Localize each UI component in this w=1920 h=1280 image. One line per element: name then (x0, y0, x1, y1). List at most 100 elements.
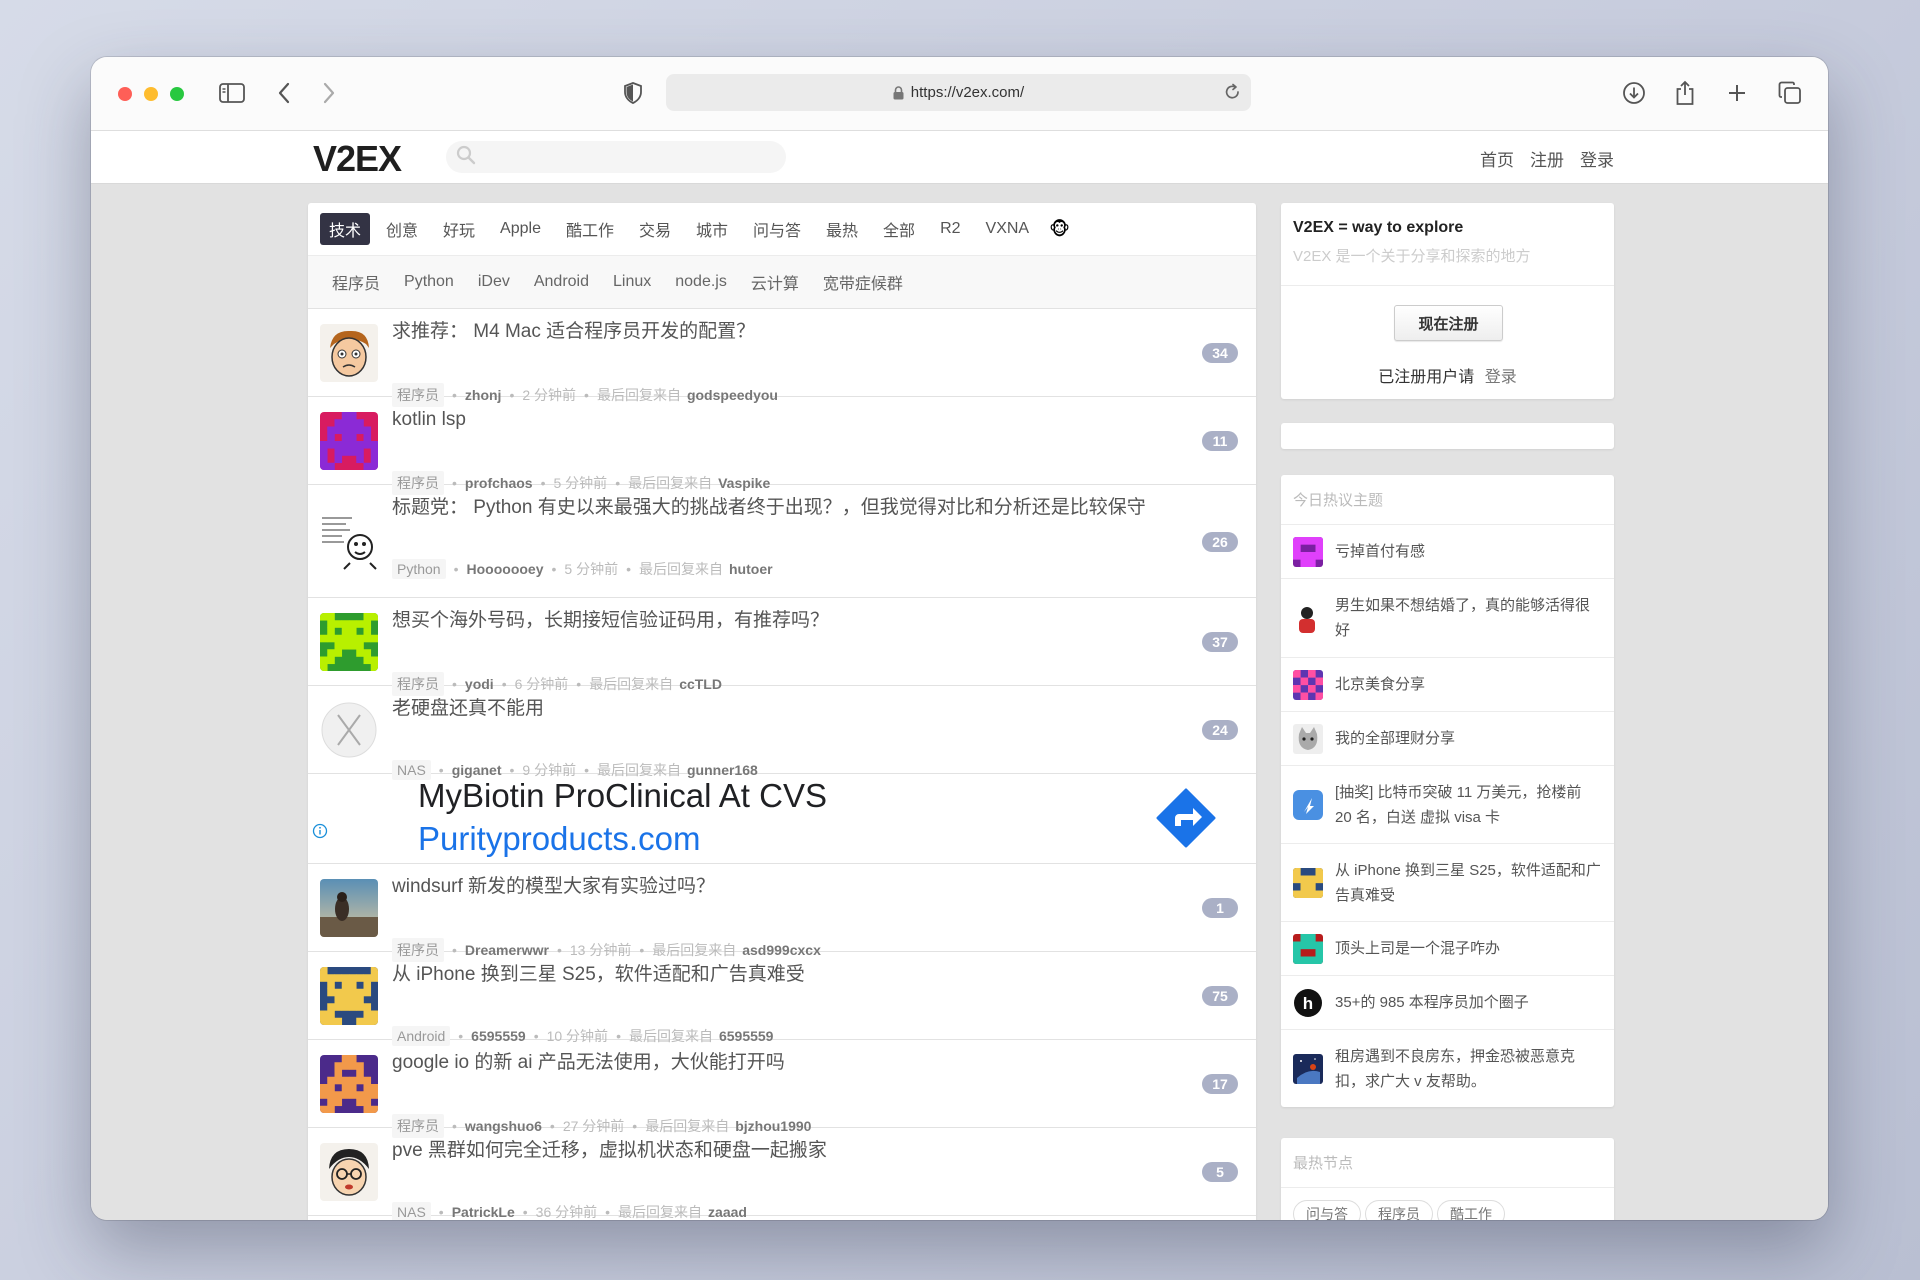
user-avatar[interactable] (320, 613, 378, 671)
topic-title[interactable]: 老硬盘还真不能用 (392, 696, 1156, 722)
tab-item[interactable]: 全部 (874, 213, 924, 245)
user-avatar[interactable] (320, 1055, 378, 1113)
minimize-window-button[interactable] (144, 87, 158, 101)
back-icon[interactable] (274, 77, 294, 109)
user-avatar[interactable] (320, 967, 378, 1025)
tab-item[interactable]: R2 (931, 216, 969, 242)
tab-item[interactable]: 技术 (320, 213, 371, 245)
user-avatar[interactable] (320, 324, 378, 382)
node-tag[interactable]: NAS (392, 1202, 431, 1220)
hot-topic-item[interactable]: 顶头上司是一个混子咋办 (1281, 921, 1614, 975)
download-icon[interactable] (1621, 77, 1647, 109)
topic-title[interactable]: pve 黑群如何完全迁移，虚拟机状态和硬盘一起搬家 (392, 1138, 1156, 1164)
tab-item[interactable]: 城市 (687, 213, 737, 245)
topic-row[interactable]: 标题党： Python 有史以来最强大的挑战者终于出现？，但我觉得对比和分析还是… (308, 485, 1256, 598)
hot-topic-avatar[interactable] (1293, 789, 1323, 820)
topic-row[interactable]: 想买个海外号码，长期接短信验证码用，有推荐吗？ 程序员 • yodi • 6 分钟前 • 最后… (308, 598, 1256, 696)
user-avatar[interactable] (320, 1143, 378, 1201)
login-link[interactable]: 登录 (1485, 369, 1517, 386)
reply-count-badge[interactable]: 26 (1202, 531, 1238, 552)
hot-topic-title[interactable]: 从 iPhone 换到三星 S25，软件适配和广告真难受 (1335, 858, 1602, 908)
author-link[interactable]: Hooooooey (467, 561, 544, 577)
user-avatar[interactable] (320, 701, 378, 759)
ad-info-icon[interactable] (312, 823, 328, 844)
hot-topic-avatar[interactable] (1293, 867, 1323, 898)
privacy-shield-icon[interactable] (622, 77, 644, 109)
hot-topic-title[interactable]: 租房遇到不良房东，押金恐被恶意克扣，求广大 v 友帮助。 (1335, 1044, 1602, 1094)
subtab-item[interactable]: 程序员 (320, 270, 392, 294)
site-logo[interactable]: V2EX (313, 138, 402, 180)
tab-item[interactable]: VXNA (977, 216, 1039, 242)
hot-topic-item[interactable]: h 35+的 985 本程序员加个圈子 (1281, 975, 1614, 1029)
tab-item[interactable]: 创意 (377, 213, 427, 245)
subtab-item[interactable]: 宽带症候群 (811, 270, 915, 294)
hot-topic-title[interactable]: 北京美食分享 (1335, 672, 1425, 697)
hot-node-chip[interactable]: 问与答 (1293, 1200, 1361, 1220)
node-tag[interactable]: Python (392, 559, 446, 579)
subtab-item[interactable]: Python (392, 273, 466, 291)
hot-topic-title[interactable]: 我的全部理财分享 (1335, 726, 1455, 751)
nav-signup-link[interactable]: 注册 (1530, 146, 1564, 171)
signup-button[interactable]: 现在注册 (1394, 305, 1503, 341)
tab-item[interactable]: 酷工作 (557, 213, 623, 245)
tab-item[interactable]: 问与答 (744, 213, 810, 245)
reply-count-badge[interactable]: 37 (1202, 632, 1238, 652)
topic-title[interactable]: 从 iPhone 换到三星 S25，软件适配和广告真难受 (392, 962, 1156, 988)
topic-row[interactable]: 从 iPhone 换到三星 S25，软件适配和广告真难受 Android • 6595… (308, 952, 1256, 1046)
topic-row[interactable]: google io 的新 ai 产品无法使用，大伙能打开吗 程序员 • wangshu… (308, 1040, 1256, 1138)
subtab-item[interactable]: node.js (663, 273, 739, 291)
new-tab-icon[interactable] (1725, 77, 1749, 109)
hot-topic-item[interactable]: 租房遇到不良房东，押金恐被恶意克扣，求广大 v 友帮助。 (1281, 1029, 1614, 1107)
sidebar-toggle-icon[interactable] (217, 77, 247, 109)
subtab-item[interactable]: Linux (601, 273, 663, 291)
topic-title[interactable]: 想买个海外号码，长期接短信验证码用，有推荐吗？ (392, 608, 1156, 634)
subtab-item[interactable]: iDev (466, 273, 522, 291)
subtab-item[interactable]: Android (522, 273, 601, 291)
forward-icon[interactable] (319, 77, 339, 109)
reply-count-badge[interactable]: 17 (1202, 1074, 1238, 1094)
hot-topic-item[interactable]: 从 iPhone 换到三星 S25，软件适配和广告真难受 (1281, 843, 1614, 921)
topic-row[interactable]: 老硬盘还真不能用 NAS • giganet • 9 分钟前 • 最后回复来自 gunner16… (308, 686, 1256, 780)
hot-topic-title[interactable]: 亏掉首付有感 (1335, 539, 1425, 564)
ad-banner[interactable]: MyBiotin ProClinical At CVS Purityproduc… (308, 774, 1256, 864)
tab-item[interactable]: Apple (491, 216, 550, 242)
topic-row[interactable]: kotlin lsp 程序员 • profchaos • 5 分钟前 • 最后回复来自 Vasp… (308, 397, 1256, 495)
reply-count-badge[interactable]: 11 (1202, 431, 1238, 451)
tab-overview-icon[interactable] (1777, 77, 1803, 109)
reply-count-badge[interactable]: 1 (1202, 898, 1238, 918)
nav-login-link[interactable]: 登录 (1580, 146, 1614, 171)
search-box[interactable] (446, 141, 786, 173)
search-input[interactable] (484, 148, 778, 166)
topic-title[interactable]: kotlin lsp (392, 407, 1156, 433)
nav-home-link[interactable]: 首页 (1480, 146, 1514, 171)
address-bar[interactable]: https://v2ex.com/ (666, 74, 1251, 111)
hot-topic-avatar[interactable] (1293, 536, 1323, 567)
author-link[interactable]: PatrickLe (452, 1204, 515, 1220)
topic-title[interactable]: 标题党： Python 有史以来最强大的挑战者终于出现？，但我觉得对比和分析还是… (392, 495, 1156, 521)
hot-topic-title[interactable]: 顶头上司是一个混子咋办 (1335, 936, 1500, 961)
hot-topic-avatar[interactable] (1293, 933, 1323, 964)
tab-item[interactable]: 交易 (630, 213, 680, 245)
tab-monkey-icon[interactable]: 🐵 (1049, 219, 1070, 240)
topic-row[interactable]: windsurf 新发的模型大家有实验过吗？ 程序员 • Dreamerwwr • 13 … (308, 864, 1256, 962)
last-reply-user[interactable]: hutoer (729, 561, 773, 577)
share-icon[interactable] (1673, 77, 1697, 109)
hot-node-chip[interactable]: 酷工作 (1437, 1200, 1505, 1220)
hot-topic-item[interactable]: 男生如果不想结婚了，真的能够活得很好 (1281, 578, 1614, 657)
last-reply-user[interactable]: zaaad (708, 1204, 747, 1220)
hot-topic-title[interactable]: [抽奖] 比特币突破 11 万美元，抢楼前 20 名，白送 虚拟 visa 卡 (1335, 780, 1602, 830)
ad-go-icon[interactable] (1156, 788, 1216, 853)
reply-count-badge[interactable]: 24 (1202, 720, 1238, 740)
user-avatar[interactable] (320, 512, 378, 571)
ad-headline[interactable]: MyBiotin ProClinical At CVS (418, 777, 827, 815)
ad-url[interactable]: Purityproducts.com (418, 820, 700, 858)
topic-title[interactable]: 求推荐： M4 Mac 适合程序员开发的配置？ (392, 319, 1156, 345)
hot-topic-item[interactable]: 亏掉首付有感 (1281, 524, 1614, 578)
subtab-item[interactable]: 云计算 (739, 270, 811, 294)
topic-title[interactable]: windsurf 新发的模型大家有实验过吗？ (392, 874, 1156, 900)
topic-row[interactable]: 求推荐： M4 Mac 适合程序员开发的配置？ 程序员 • zhonj • 2 分钟前 • 最… (308, 309, 1256, 407)
hot-topic-avatar[interactable] (1293, 1053, 1323, 1084)
reply-count-badge[interactable]: 34 (1202, 343, 1238, 363)
hot-topic-avatar[interactable] (1293, 669, 1323, 700)
tab-item[interactable]: 好玩 (434, 213, 484, 245)
